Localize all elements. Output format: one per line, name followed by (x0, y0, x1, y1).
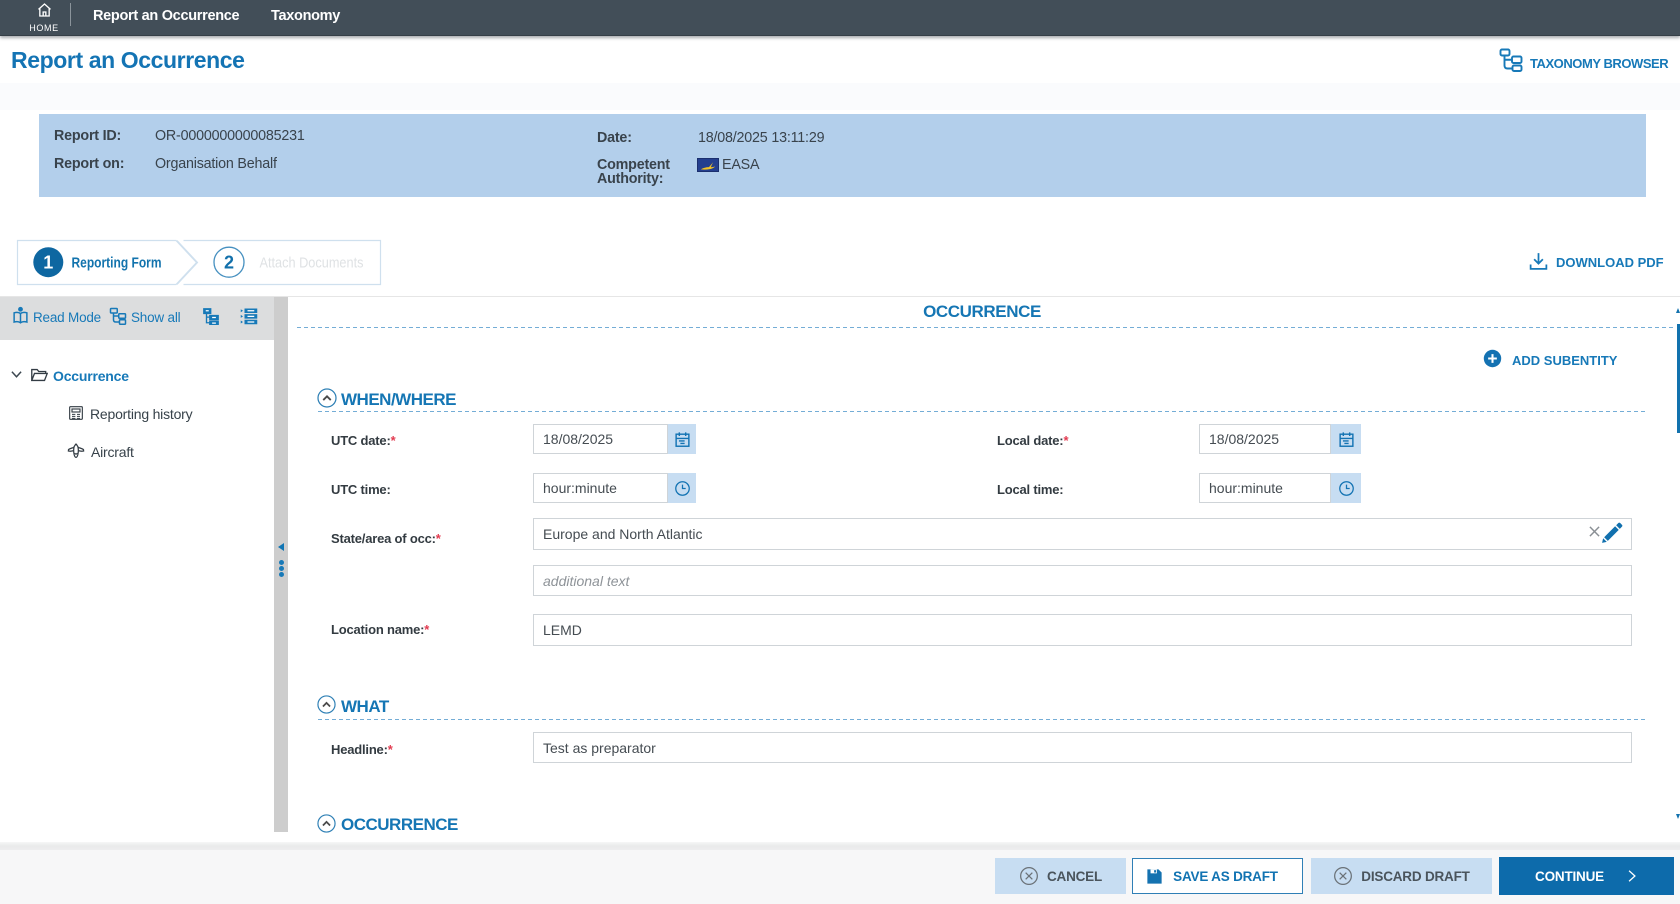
svg-text:Attach Documents: Attach Documents (260, 256, 364, 272)
svg-text:1: 1 (43, 253, 53, 273)
svg-text:2: 2 (224, 253, 234, 273)
svg-text:Reporting Form: Reporting Form (72, 256, 162, 272)
